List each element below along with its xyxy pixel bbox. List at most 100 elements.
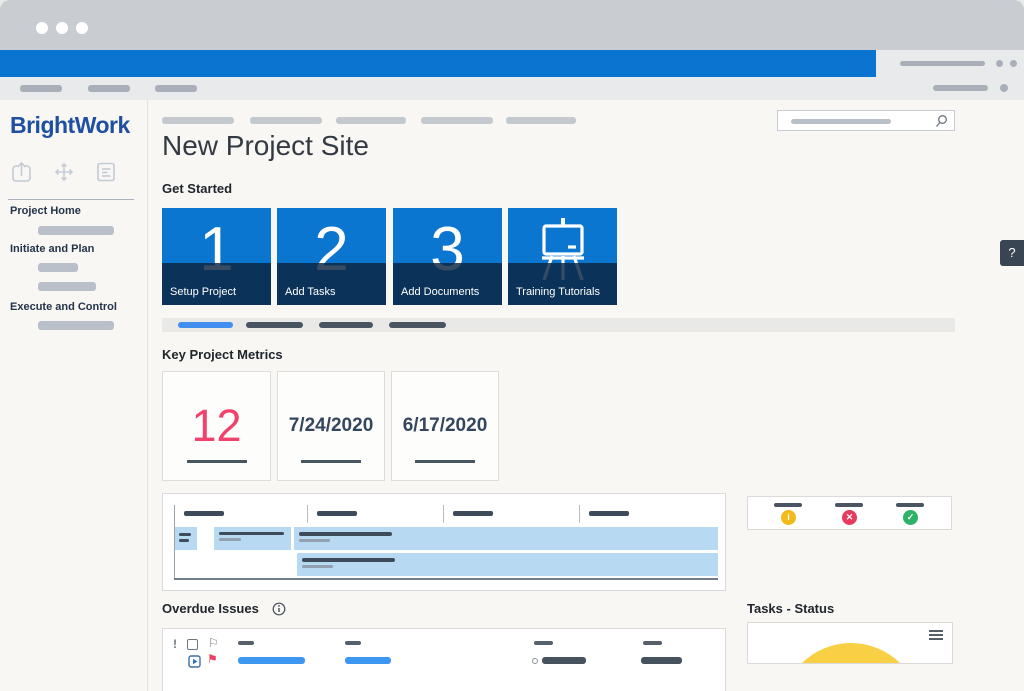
tile-add-tasks[interactable]: 2 Add Tasks — [277, 208, 386, 305]
tile-setup-project[interactable]: 1 Setup Project — [162, 208, 271, 305]
presence-icon — [532, 658, 538, 664]
sidebar-item-execute-and-control[interactable]: Execute and Control — [10, 301, 117, 313]
pagination-segment[interactable] — [389, 322, 446, 328]
checkbox-column-icon[interactable] — [187, 639, 198, 650]
sidebar-link-placeholder[interactable] — [38, 321, 114, 330]
tile-band — [277, 263, 386, 305]
sidebar-link-placeholder[interactable] — [38, 263, 78, 272]
settings-icon[interactable] — [996, 60, 1003, 67]
issue-item-icon — [188, 655, 201, 668]
timeline-date-placeholder — [317, 511, 357, 516]
issue-owner-placeholder — [542, 657, 586, 664]
warning-status-icon[interactable]: i — [781, 510, 796, 525]
timeline-task-bar[interactable] — [214, 527, 291, 550]
task-text-placeholder — [219, 532, 284, 535]
browser-titlebar — [0, 0, 1024, 50]
metric-underline — [187, 460, 247, 463]
timeline-tick — [579, 505, 580, 523]
issue-date-placeholder — [641, 657, 682, 664]
pagination-segment[interactable] — [319, 322, 373, 328]
top-link-placeholder[interactable] — [250, 117, 322, 124]
top-link-placeholder[interactable] — [506, 117, 576, 124]
help-icon[interactable] — [1010, 60, 1017, 67]
metric-card-overdue-count[interactable]: 12 — [162, 371, 271, 481]
share-placeholder[interactable] — [933, 85, 988, 91]
ribbon-tab-placeholder[interactable] — [20, 85, 62, 92]
flag-column-icon[interactable]: ⚐ — [208, 636, 219, 650]
timeline-task-bar[interactable] — [294, 527, 718, 550]
task-text-placeholder — [302, 558, 395, 562]
sidebar-rule — [8, 199, 134, 200]
window-control-icon[interactable] — [76, 22, 88, 34]
tile-label: Add Documents — [401, 286, 479, 298]
search-icon[interactable] — [934, 114, 948, 128]
top-link-placeholder[interactable] — [336, 117, 406, 124]
success-status-icon[interactable]: ✓ — [903, 510, 918, 525]
ribbon-tab-placeholder[interactable] — [155, 85, 197, 92]
task-text-placeholder — [299, 532, 392, 536]
tasks-status-chart[interactable] — [747, 622, 953, 664]
notes-icon[interactable] — [94, 160, 118, 184]
pagination-segment[interactable] — [246, 322, 303, 328]
search-input[interactable] — [777, 110, 955, 131]
tile-add-documents[interactable]: 3 Add Documents — [393, 208, 502, 305]
get-started-heading: Get Started — [162, 181, 232, 196]
metric-value: 6/17/2020 — [403, 415, 488, 437]
tile-band — [508, 263, 617, 305]
overdue-issues-heading: Overdue Issues — [162, 601, 259, 616]
issue-title-placeholder[interactable] — [238, 657, 305, 664]
tasks-status-heading: Tasks - Status — [747, 601, 834, 616]
suite-bar — [0, 50, 876, 77]
column-header-placeholder[interactable] — [238, 641, 254, 645]
pie-slice-yellow[interactable] — [781, 643, 921, 664]
sidebar-item-initiate-and-plan[interactable]: Initiate and Plan — [10, 243, 94, 255]
priority-column-icon[interactable]: ! — [173, 637, 177, 651]
brightwork-logo[interactable]: BrightWork — [10, 112, 130, 139]
sidebar-item-project-home[interactable]: Project Home — [10, 205, 81, 217]
metric-card-date-1[interactable]: 7/24/2020 — [277, 371, 385, 481]
info-icon[interactable] — [272, 602, 286, 616]
timeline-date-placeholder — [184, 511, 224, 516]
timeline-tick — [443, 505, 444, 523]
kpi-label-placeholder — [896, 503, 924, 507]
task-text-placeholder — [299, 539, 330, 542]
timeline-date-placeholder — [453, 511, 493, 516]
chart-menu-icon[interactable] — [929, 630, 943, 642]
tile-label: Add Tasks — [285, 286, 336, 298]
window-control-icon[interactable] — [36, 22, 48, 34]
share-up-icon[interactable] — [10, 160, 34, 184]
top-link-placeholder[interactable] — [421, 117, 493, 124]
error-status-icon[interactable]: ✕ — [842, 510, 857, 525]
metric-underline — [415, 460, 475, 463]
ribbon-tab-placeholder[interactable] — [88, 85, 130, 92]
account-placeholder — [900, 61, 985, 66]
sidebar-divider — [147, 100, 148, 691]
top-link-placeholder[interactable] — [162, 117, 234, 124]
suite-bar-right — [876, 50, 1024, 77]
metric-card-date-2[interactable]: 6/17/2020 — [391, 371, 499, 481]
sidebar-link-placeholder[interactable] — [38, 226, 114, 235]
tile-band — [162, 263, 271, 305]
task-text-placeholder — [302, 565, 333, 568]
timeline-milestone[interactable] — [175, 527, 197, 550]
timeline-tick — [307, 505, 308, 523]
metric-value: 7/24/2020 — [289, 415, 374, 437]
timeline-task-bar[interactable] — [297, 553, 718, 576]
column-header-placeholder[interactable] — [534, 641, 553, 645]
task-text-placeholder — [219, 538, 241, 541]
timeline-axis-bottom — [174, 578, 718, 580]
sidebar-link-placeholder[interactable] — [38, 282, 96, 291]
issue-link-placeholder[interactable] — [345, 657, 391, 664]
focus-icon[interactable] — [1000, 84, 1008, 92]
column-header-placeholder[interactable] — [643, 641, 662, 645]
tile-label: Training Tutorials — [516, 286, 600, 298]
column-header-placeholder[interactable] — [345, 641, 361, 645]
tile-training-tutorials[interactable]: Training Tutorials — [508, 208, 617, 305]
help-tab-button[interactable]: ? — [1000, 240, 1024, 266]
page-title: New Project Site — [162, 130, 369, 162]
pagination-segment-active[interactable] — [178, 322, 233, 328]
browser-window: BrightWork Project Home Initiate and Pla… — [0, 0, 1024, 691]
kpi-label-placeholder — [774, 503, 802, 507]
move-icon[interactable] — [52, 160, 76, 184]
window-control-icon[interactable] — [56, 22, 68, 34]
